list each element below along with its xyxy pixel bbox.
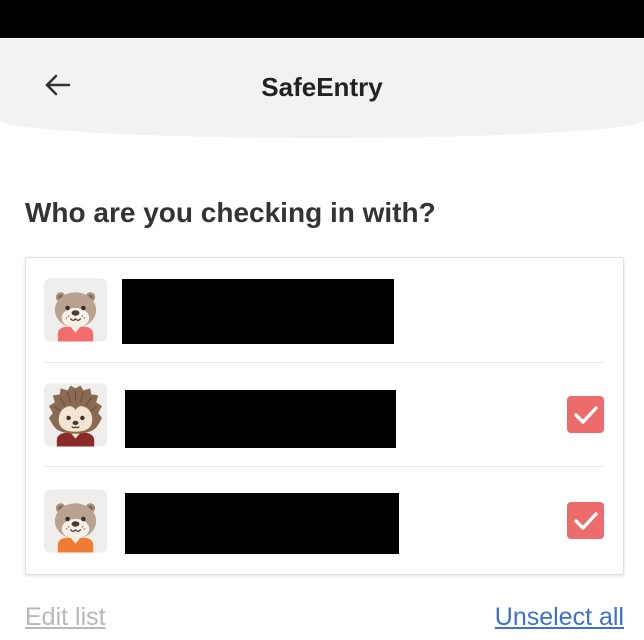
person-row[interactable] — [26, 363, 623, 466]
page-title: SafeEntry — [261, 72, 383, 102]
status-bar — [0, 0, 644, 38]
check-icon — [574, 406, 598, 424]
people-list — [25, 257, 624, 575]
person-row[interactable] — [26, 467, 623, 574]
otter-avatar-icon — [44, 278, 107, 342]
checkbox[interactable] — [567, 502, 604, 539]
otter-avatar-icon — [44, 489, 107, 553]
person-row[interactable] — [26, 258, 623, 362]
check-icon — [574, 512, 598, 530]
edit-list-link[interactable]: Edit list — [25, 602, 106, 632]
redacted-name — [122, 279, 394, 344]
section-heading: Who are you checking in with? — [25, 197, 436, 228]
redacted-name — [125, 493, 399, 554]
redacted-name — [125, 390, 396, 448]
hedgehog-avatar-icon — [44, 383, 107, 447]
unselect-all-link[interactable]: Unselect all — [495, 602, 624, 632]
checkbox[interactable] — [567, 396, 604, 433]
app-screen: SafeEntry Who are you checking in with? — [0, 0, 644, 640]
header: SafeEntry — [0, 38, 644, 138]
